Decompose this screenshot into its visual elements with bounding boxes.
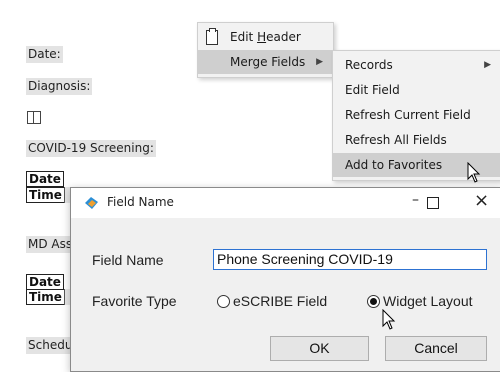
favorite-type-label: Favorite Type: [92, 293, 177, 309]
date-label: Date:: [26, 46, 63, 63]
cursor-icon: [467, 162, 481, 183]
menu-item-edit-header[interactable]: Edit Header: [198, 25, 333, 49]
submenu-item-refresh-all[interactable]: Refresh All Fields: [333, 128, 500, 152]
date-field[interactable]: Date: [26, 171, 64, 187]
ok-button[interactable]: OK: [270, 336, 369, 361]
dialog-title: Field Name: [107, 195, 174, 209]
records-label: Records: [345, 58, 393, 72]
escribe-field-label: eSCRIBE Field: [233, 293, 328, 309]
refresh-current-label: Refresh Current Field: [345, 108, 471, 122]
field-name-label: Field Name: [92, 252, 164, 268]
field-name-dialog: Field Name – × Field Name Phone Screenin…: [70, 187, 500, 372]
merge-fields-label: Merge Fields: [230, 55, 306, 69]
dialog-titlebar[interactable]: Field Name – ×: [71, 188, 500, 218]
submenu-arrow-icon: ▶: [316, 57, 323, 67]
close-icon[interactable]: ×: [474, 190, 489, 211]
widget-layout-label: Widget Layout: [383, 293, 473, 309]
radio-selected-dot: [370, 298, 377, 305]
edit-header-mnemonic: H: [257, 30, 267, 44]
field-name-input[interactable]: Phone Screening COVID-19: [213, 249, 487, 270]
columns-icon: [27, 111, 41, 124]
add-favorites-label: Add to Favorites: [345, 158, 443, 172]
radio-button-widget[interactable]: [367, 295, 380, 308]
edit-header-label-a: Edit: [230, 30, 258, 44]
diagnosis-label: Diagnosis:: [26, 78, 93, 95]
records-arrow-icon: ▶: [484, 60, 491, 70]
cursor-icon-dialog: [382, 309, 396, 330]
covid-screening-label: COVID-19 Screening:: [26, 140, 156, 157]
cancel-button[interactable]: Cancel: [385, 336, 487, 361]
refresh-all-label: Refresh All Fields: [345, 133, 447, 147]
edit-header-label-b: eader: [266, 30, 301, 44]
radio-button-escribe[interactable]: [217, 295, 230, 308]
app-icon: [85, 197, 98, 209]
time-field-2[interactable]: Time: [26, 289, 65, 305]
submenu-item-edit-field[interactable]: Edit Field: [333, 78, 500, 102]
submenu-item-records[interactable]: Records ▶: [333, 53, 500, 77]
submenu-item-refresh-current[interactable]: Refresh Current Field: [333, 103, 500, 127]
edit-field-label: Edit Field: [345, 83, 400, 97]
time-field[interactable]: Time: [26, 187, 65, 203]
context-menu: Edit Header Merge Fields ▶: [197, 22, 334, 78]
radio-escribe-field[interactable]: eSCRIBE Field: [217, 292, 347, 310]
page-icon: [206, 28, 218, 45]
minimize-icon[interactable]: –: [412, 192, 419, 208]
maximize-icon[interactable]: [427, 197, 439, 209]
date-field-2[interactable]: Date: [26, 274, 64, 290]
menu-item-merge-fields[interactable]: Merge Fields ▶: [198, 50, 333, 74]
radio-widget-layout[interactable]: Widget Layout: [367, 292, 492, 310]
